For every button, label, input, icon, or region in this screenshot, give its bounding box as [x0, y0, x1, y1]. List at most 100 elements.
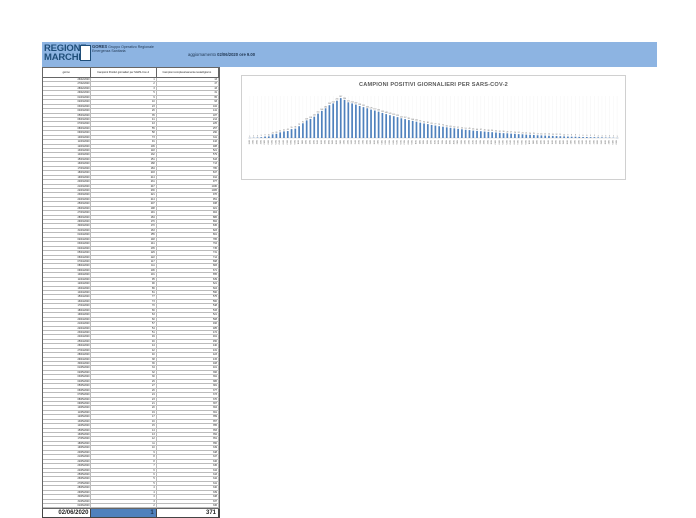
x-tick-label: 28/05	[597, 140, 599, 144]
data-label: 135	[392, 114, 395, 116]
cell-positivi: 13	[91, 433, 156, 436]
data-label: 44	[476, 129, 478, 131]
x-tick-label: 24/05	[582, 140, 584, 144]
data-label: 168	[320, 109, 323, 111]
bar	[374, 111, 376, 138]
cell-positivi: 221	[91, 193, 156, 196]
x-tick-label: 24/04	[468, 140, 470, 144]
x-tick-label: 27/02	[253, 140, 255, 144]
data-label: 57	[457, 127, 459, 129]
x-tick-label: 02/04	[385, 140, 387, 144]
data-label: 148	[385, 112, 388, 114]
cell-giorno: 24/03/2020	[43, 198, 91, 201]
cell-giorno: 10/05/2020	[43, 406, 91, 409]
cell-testati: 353	[157, 429, 219, 432]
cell-positivi: 8	[91, 460, 156, 463]
bar	[400, 118, 402, 138]
cell-positivi: 106	[91, 269, 156, 272]
data-label: 10	[563, 134, 565, 136]
bar	[412, 121, 414, 138]
x-tick-label: 24/03	[351, 140, 353, 144]
x-tick-label: 09/03	[294, 140, 296, 144]
cell-testati: 485	[157, 327, 219, 330]
data-label: 24	[518, 132, 520, 134]
bar	[450, 128, 452, 138]
cell-giorno: 18/03/2020	[43, 171, 91, 174]
cell-positivi: 2	[91, 82, 156, 85]
data-label: 13	[552, 134, 554, 136]
cell-testati: 343	[157, 473, 219, 476]
cell-positivi: 198	[91, 207, 156, 210]
data-label: 198	[358, 104, 361, 106]
cell-positivi: 117	[91, 260, 156, 263]
cell-testati: 93	[157, 100, 219, 103]
bar	[495, 133, 497, 138]
cell-positivi: 21	[91, 402, 156, 405]
data-label: 4	[598, 135, 599, 137]
bar	[446, 127, 448, 138]
cell-giorno: 26/05/2020	[43, 477, 91, 480]
bar	[582, 137, 584, 138]
cell-positivi: 42	[91, 349, 156, 352]
cell-positivi: 54	[91, 327, 156, 330]
cell-testati: 102	[157, 105, 219, 108]
cell-giorno: 07/04/2020	[43, 260, 91, 263]
cell-positivi: 184	[91, 216, 156, 219]
bar	[552, 136, 554, 138]
gores-block: GORES Gruppo Operativo Regionale Emergen…	[92, 45, 154, 54]
cell-testati: 336	[157, 504, 219, 507]
x-tick-label: 02/03	[268, 140, 270, 144]
cell-giorno: 11/05/2020	[43, 411, 91, 414]
x-tick-label: 16/05	[552, 140, 554, 144]
x-tick-label: 04/04	[393, 140, 395, 144]
cell-positivi: 12	[91, 437, 156, 440]
x-tick-label: 20/03	[336, 140, 338, 144]
cell-giorno: 16/05/2020	[43, 433, 91, 436]
data-label: 49	[468, 128, 470, 130]
bar	[518, 134, 520, 138]
cell-positivi: 17	[91, 415, 156, 418]
cell-testati: 47	[157, 82, 219, 85]
total-testati: 371	[157, 509, 219, 517]
x-tick-label: 10/05	[529, 140, 531, 144]
bar	[344, 100, 346, 138]
cell-giorno: 30/05/2020	[43, 495, 91, 498]
cell-positivi: 10	[91, 100, 156, 103]
cell-positivi: 191	[91, 211, 156, 214]
data-label: 23	[272, 132, 274, 134]
x-tick-label: 09/05	[525, 140, 527, 144]
bar	[393, 116, 395, 138]
header-positivi: Campioni Positivi giornalieri per SARS-C…	[91, 68, 156, 77]
x-tick-label: 03/05	[503, 140, 505, 144]
data-label: 20	[529, 133, 531, 135]
cell-positivi: 151	[91, 158, 156, 161]
cell-positivi: 1	[91, 78, 156, 81]
cell-testati: 579	[157, 153, 219, 156]
x-tick-label: 01/04	[381, 140, 383, 144]
x-tick-label: 13/04	[427, 140, 429, 144]
bar	[404, 119, 406, 138]
bar	[567, 137, 569, 138]
data-label: 26	[514, 132, 516, 134]
data-label: 10	[268, 134, 270, 136]
bar	[272, 134, 274, 138]
cell-positivi: 55	[91, 127, 156, 130]
cell-testati: 381	[157, 384, 219, 387]
data-label: 77	[434, 124, 436, 126]
cell-giorno: 26/02/2020	[43, 78, 91, 81]
cell-testati: 290	[157, 131, 219, 134]
x-tick-label: 30/05	[605, 140, 607, 144]
cell-testati: 13	[157, 78, 219, 81]
cell-giorno: 21/03/2020	[43, 185, 91, 188]
cell-testati: 339	[157, 491, 219, 494]
cell-giorno: 17/05/2020	[43, 437, 91, 440]
data-label: 38	[487, 130, 489, 132]
cell-positivi: 5	[91, 477, 156, 480]
bar	[556, 136, 558, 138]
x-tick-label: 09/04	[412, 140, 414, 144]
data-label: 41	[283, 129, 285, 131]
cell-positivi: 170	[91, 224, 156, 227]
x-tick-label: 04/03	[275, 140, 277, 144]
cell-positivi: 203	[91, 171, 156, 174]
data-label: 2	[613, 136, 614, 138]
